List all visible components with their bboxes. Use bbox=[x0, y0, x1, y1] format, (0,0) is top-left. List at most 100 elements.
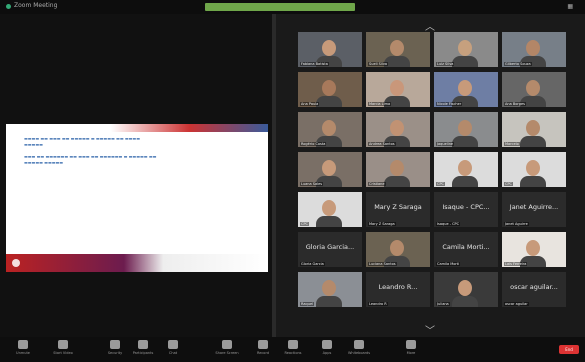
toolbar-icon bbox=[354, 340, 364, 349]
toolbar-label: Participants bbox=[132, 351, 154, 355]
toolbar-icon bbox=[258, 340, 268, 349]
toolbar-icon bbox=[406, 340, 416, 349]
participant-name-label: CPC bbox=[300, 222, 309, 226]
view-menu-icon[interactable]: ▦ bbox=[567, 3, 573, 10]
participant-name-label: Cristiane bbox=[368, 182, 386, 186]
meeting-toolbar: Unmute Start Video Security Participants Cha… bbox=[0, 337, 585, 362]
slide-text-line-3: ▬▬▬ ▬▬ ▬▬▬▬▬▬ ▬▬ ▬▬▬ ▬▬ ▬▬▬▬▬▬ ▬ ▬▬▬▬▬ ▬… bbox=[24, 154, 157, 159]
window-title: Zoom Meeting bbox=[14, 2, 58, 9]
toolbar-button[interactable]: Apps bbox=[312, 340, 342, 360]
toolbar-icon bbox=[322, 340, 332, 349]
shared-screen-panel: ▬▬▬▬ ▬▬ ▬▬▬ ▬▬ ▬▬▬▬▬ ▬ ▬▬▬▬▬ ▬▬ ▬▬▬▬ ▬▬▬… bbox=[0, 14, 272, 337]
participant-name-display: Mary Z Saraga bbox=[374, 203, 422, 211]
toolbar-label: Reactions bbox=[284, 351, 302, 355]
participant-tile[interactable]: Marcelo bbox=[502, 112, 566, 147]
participant-tile[interactable]: Ana Paula bbox=[298, 72, 362, 107]
end-meeting-button[interactable]: End bbox=[559, 345, 579, 354]
screen-share-banner[interactable] bbox=[205, 3, 355, 11]
participant-tile[interactable]: CPC bbox=[298, 192, 362, 227]
slide-header-bar bbox=[6, 124, 268, 132]
participant-name-label: Ana Paula bbox=[300, 102, 320, 106]
participant-name-label: Nicole Fischer bbox=[436, 102, 463, 106]
toolbar-icon bbox=[138, 340, 148, 349]
participant-name-label: Marcia Lima bbox=[368, 102, 392, 106]
slide-text-line-1: ▬▬▬▬ ▬▬ ▬▬▬ ▬▬ ▬▬▬▬▬ ▬ ▬▬▬▬▬ ▬▬ ▬▬▬▬ bbox=[24, 136, 140, 141]
participant-tile[interactable]: CPC bbox=[434, 152, 498, 187]
participant-tile[interactable]: Fabiana Batista bbox=[298, 32, 362, 67]
scroll-up-icon[interactable]: ︿ bbox=[425, 18, 435, 33]
participant-name-label: Camila Morti bbox=[436, 262, 461, 266]
participant-tile[interactable]: Isaque - CPC... Isaque - CPC bbox=[434, 192, 498, 227]
participant-tile[interactable]: Cristiane bbox=[366, 152, 430, 187]
toolbar-button[interactable]: Chat bbox=[158, 340, 188, 360]
participant-name-display: Janet Aguirre... bbox=[509, 203, 559, 211]
toolbar-icon bbox=[58, 340, 68, 349]
participant-name-label: Lais Ferreira bbox=[504, 262, 528, 266]
participant-tile[interactable]: Marcia Lima bbox=[366, 72, 430, 107]
participant-tile[interactable]: Rogério Costa bbox=[298, 112, 362, 147]
participant-tile[interactable]: Lais Ferreira bbox=[502, 232, 566, 267]
participant-name-label: Andrea Santos bbox=[368, 142, 396, 146]
toolbar-button[interactable]: Participants bbox=[128, 340, 158, 360]
toolbar-button[interactable]: Unmute bbox=[8, 340, 38, 360]
participant-tile[interactable]: Ana Borges bbox=[502, 72, 566, 107]
toolbar-button[interactable]: More bbox=[396, 340, 426, 360]
participant-tile[interactable]: Leandro R... Leandro R bbox=[366, 272, 430, 307]
participant-name-display: Gloria Garcia... bbox=[305, 243, 355, 251]
toolbar-icon bbox=[18, 340, 28, 349]
toolbar-button[interactable]: Share Screen bbox=[212, 340, 242, 360]
participant-name-label: CPC bbox=[504, 182, 513, 186]
toolbar-label: Record bbox=[256, 351, 270, 355]
participant-name-label: Gilberto Souza bbox=[504, 62, 532, 66]
participant-tile[interactable]: Andrea Santos bbox=[366, 112, 430, 147]
toolbar-label: Security bbox=[107, 351, 123, 355]
toolbar-button[interactable]: Record bbox=[248, 340, 278, 360]
participant-tile[interactable]: oscar aguilar... oscar aguilar bbox=[502, 272, 566, 307]
participant-tile[interactable]: Luiz Silva bbox=[434, 32, 498, 67]
participant-name-display: Leandro R... bbox=[378, 283, 418, 291]
toolbar-icon bbox=[222, 340, 232, 349]
toolbar-button[interactable]: Start Video bbox=[48, 340, 78, 360]
participant-name-label: Leandro R bbox=[368, 302, 388, 306]
participant-tile[interactable]: Raquel bbox=[298, 272, 362, 307]
toolbar-label: Whiteboards bbox=[347, 351, 371, 355]
participant-tile[interactable]: Mary Z Saraga Mary Z Saraga bbox=[366, 192, 430, 227]
participant-tile[interactable]: CPC bbox=[502, 152, 566, 187]
participant-tile[interactable]: Gilberto Souza bbox=[502, 32, 566, 67]
participant-tile[interactable]: Gloria Garcia... Gloria Garcia bbox=[298, 232, 362, 267]
participant-tile[interactable]: Luciana Santos bbox=[366, 232, 430, 267]
toolbar-icon bbox=[110, 340, 120, 349]
scroll-down-icon[interactable]: ﹀ bbox=[425, 322, 435, 337]
participant-name-label: Mary Z Saraga bbox=[368, 222, 396, 226]
toolbar-button[interactable]: Reactions bbox=[278, 340, 308, 360]
participant-name-label: Luana Sales bbox=[300, 182, 324, 186]
participant-name-label: Raquel bbox=[300, 302, 315, 306]
participant-tile[interactable]: Jaqueline bbox=[434, 112, 498, 147]
zoom-logo-icon bbox=[6, 4, 11, 9]
toolbar-label: Share Screen bbox=[215, 351, 239, 355]
toolbar-button[interactable]: Security bbox=[100, 340, 130, 360]
participant-name-label: Juliana bbox=[436, 302, 450, 306]
participant-name-label: Marcelo bbox=[504, 142, 520, 146]
participant-tile[interactable]: Sueli Silva bbox=[366, 32, 430, 67]
toolbar-label: Start Video bbox=[53, 351, 73, 355]
participant-gallery: Fabiana Batista Sueli Silva Luiz Silva Gilb… bbox=[286, 32, 571, 322]
participant-tile[interactable]: Juliana bbox=[434, 272, 498, 307]
participant-tile[interactable]: Camila Morti... Camila Morti bbox=[434, 232, 498, 267]
slide-footer-band bbox=[6, 254, 268, 272]
title-bar: Zoom Meeting ▦ bbox=[0, 0, 585, 14]
participant-name-label: oscar aguilar bbox=[504, 302, 529, 306]
participant-tile[interactable]: Janet Aguirre... Janet Aguirre bbox=[502, 192, 566, 227]
participant-tile[interactable]: Nicole Fischer bbox=[434, 72, 498, 107]
participant-name-label: Sueli Silva bbox=[368, 62, 389, 66]
participant-name-label: Isaque - CPC bbox=[436, 222, 461, 226]
toolbar-label: Unmute bbox=[16, 351, 30, 355]
toolbar-icon bbox=[288, 340, 298, 349]
participant-name-label: Rogério Costa bbox=[300, 142, 327, 146]
toolbar-button[interactable]: Whiteboards bbox=[344, 340, 374, 360]
participant-tile[interactable]: Luana Sales bbox=[298, 152, 362, 187]
split-view-divider[interactable] bbox=[272, 14, 276, 337]
participant-name-display: oscar aguilar... bbox=[510, 283, 558, 291]
toolbar-icon bbox=[168, 340, 178, 349]
participant-name-label: Gloria Garcia bbox=[300, 262, 325, 266]
